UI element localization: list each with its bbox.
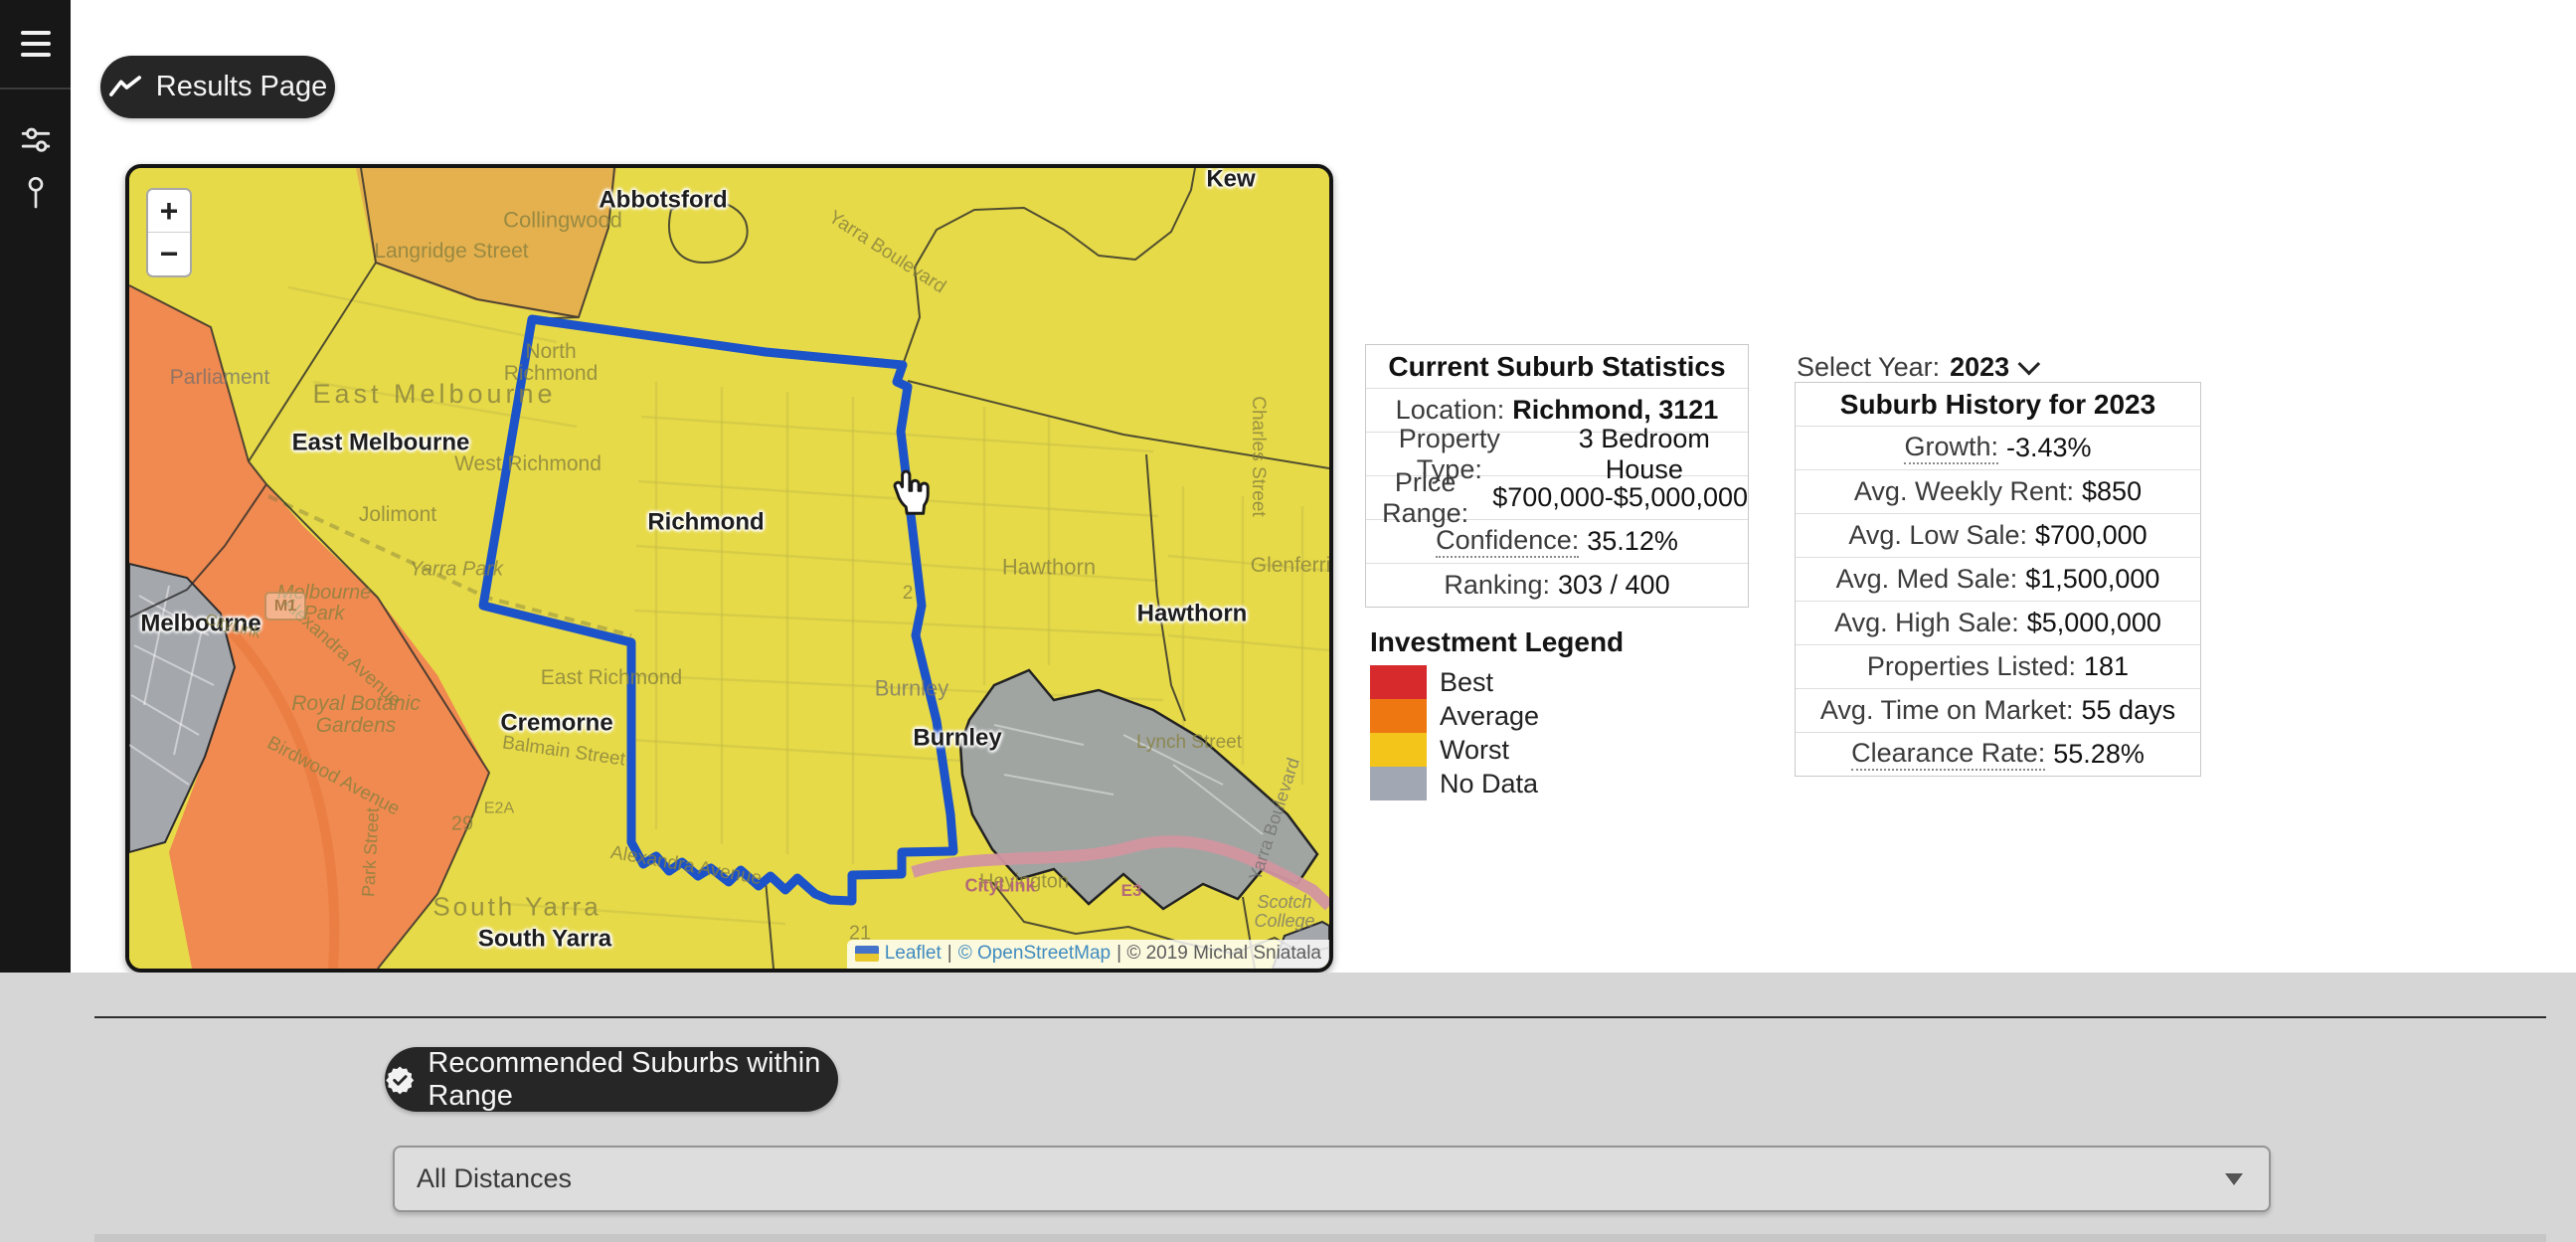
current-suburb-statistics-table: Current Suburb Statistics Location:Richm…	[1365, 344, 1749, 608]
trending-line-icon	[108, 75, 142, 100]
history-row: Growth: -3.43%	[1796, 427, 2200, 470]
legend-items: BestAverageWorstNo Data	[1370, 665, 1624, 800]
history-label[interactable]: Growth:	[1904, 432, 1998, 464]
zoom-out-button[interactable]: −	[148, 233, 190, 274]
history-table-body: Growth: -3.43% Avg. Weekly Rent: $850 Avg. L…	[1796, 427, 2200, 776]
distance-filter-value: All Distances	[417, 1163, 572, 1194]
legend-item-label: No Data	[1440, 769, 1538, 799]
sidebar-divider	[0, 88, 71, 89]
investment-legend: Investment Legend BestAverageWorstNo Dat…	[1370, 626, 1624, 800]
history-value: $850	[2082, 476, 2142, 507]
history-row: Clearance Rate: 55.28%	[1796, 733, 2200, 776]
results-page-label: Results Page	[156, 71, 328, 103]
stat-value: 3 Bedroom House	[1541, 424, 1748, 485]
stat-label: Price Range:	[1366, 467, 1484, 529]
stats-table-body: Location:Richmond, 3121Property Type:3 B…	[1366, 389, 1748, 607]
stat-row: Price Range:$700,000-$5,000,000	[1366, 476, 1748, 520]
attribution-separator: |	[947, 943, 952, 965]
history-label: Properties Listed:	[1867, 651, 2076, 682]
m1-route-badge: M1	[264, 592, 306, 621]
legend-title: Investment Legend	[1370, 626, 1624, 658]
history-row: Avg. Med Sale:$1,500,000	[1796, 558, 2200, 602]
zoom-in-button[interactable]: +	[148, 190, 190, 233]
history-label[interactable]: Clearance Rate:	[1851, 738, 2045, 771]
legend-item: No Data	[1370, 767, 1624, 800]
legend-color-swatch	[1370, 767, 1427, 800]
year-dropdown[interactable]: 2023	[1950, 352, 2034, 383]
stat-label: Location:	[1396, 395, 1505, 426]
history-label: Avg. Low Sale:	[1848, 520, 2027, 551]
stats-table-title: Current Suburb Statistics	[1366, 345, 1748, 389]
year-dropdown-value: 2023	[1950, 352, 2009, 383]
history-table-title: Suburb History for 2023	[1796, 383, 2200, 427]
history-value: -3.43%	[2006, 433, 2092, 463]
history-label: Avg. Time on Market:	[1820, 695, 2074, 726]
stat-value: 303 / 400	[1558, 570, 1670, 601]
choropleth-layers	[129, 168, 1329, 969]
history-row: Avg. Time on Market: 55 days	[1796, 689, 2200, 733]
select-year-label: Select Year:	[1797, 352, 1940, 383]
stat-value: Richmond, 3121	[1512, 395, 1718, 426]
ukraine-flag-icon	[855, 946, 879, 962]
chevron-down-icon	[2018, 353, 2041, 376]
year-selector-row: Select Year: 2023	[1797, 352, 2034, 382]
legend-color-swatch	[1370, 665, 1427, 699]
legend-item: Average	[1370, 699, 1624, 733]
legend-item: Best	[1370, 665, 1624, 699]
history-row: Properties Listed: 181	[1796, 645, 2200, 689]
map-attribution: Leaflet | © OpenStreetMap | © 2019 Micha…	[847, 940, 1329, 969]
history-value: $1,500,000	[2025, 564, 2159, 595]
suburb-history-table: Suburb History for 2023 Growth: -3.43% Avg…	[1795, 382, 2201, 777]
history-value: $5,000,000	[2027, 608, 2161, 638]
history-label: Avg. High Sale:	[1834, 608, 2019, 638]
mouse-hand-cursor	[887, 468, 931, 520]
recommended-suburbs-button[interactable]: Recommended Suburbs within Range	[385, 1047, 838, 1112]
history-row: Avg. Low Sale: $700,000	[1796, 514, 2200, 558]
history-value: 55.28%	[2053, 739, 2145, 770]
history-row: Avg. Weekly Rent: $850	[1796, 470, 2200, 514]
history-label: Avg. Med Sale:	[1836, 564, 2018, 595]
recommended-suburbs-label: Recommended Suburbs within Range	[428, 1047, 838, 1113]
results-page-button[interactable]: Results Page	[100, 56, 335, 118]
distance-filter-select[interactable]: All Distances	[393, 1146, 2271, 1212]
stat-row: Ranking: 303 / 400	[1366, 564, 1748, 607]
legend-item-label: Worst	[1440, 735, 1509, 766]
openstreetmap-link[interactable]: © OpenStreetMap	[958, 943, 1111, 965]
history-label: Avg. Weekly Rent:	[1854, 476, 2074, 507]
legend-item-label: Best	[1440, 667, 1493, 698]
legend-item: Worst	[1370, 733, 1624, 767]
leaflet-link[interactable]: Leaflet	[885, 943, 942, 965]
hamburger-menu-icon[interactable]	[0, 24, 71, 64]
suburb-map[interactable]: AbbotsfordKewEast MelbourneMelbourneRich…	[125, 164, 1333, 973]
verified-badge-icon	[385, 1062, 415, 1098]
location-pin-icon[interactable]	[0, 171, 71, 219]
history-value: $700,000	[2035, 520, 2147, 551]
stat-label: Ranking:	[1444, 570, 1550, 601]
bottom-edge-strip	[94, 1234, 2546, 1242]
app-root: Results Page	[0, 0, 2576, 1242]
legend-item-label: Average	[1440, 701, 1539, 732]
history-value: 55 days	[2082, 695, 2176, 726]
stat-label[interactable]: Confidence:	[1436, 525, 1579, 558]
history-row: Avg. High Sale: $5,000,000	[1796, 602, 2200, 645]
legend-color-swatch	[1370, 733, 1427, 767]
stat-value: $700,000-$5,000,000	[1492, 482, 1748, 513]
attribution-copyright: | © 2019 Michal Sniatala	[1116, 943, 1321, 965]
history-value: 181	[2084, 651, 2129, 682]
map-zoom-control: + −	[146, 188, 192, 277]
legend-color-swatch	[1370, 699, 1427, 733]
section-divider	[94, 1016, 2546, 1018]
stat-value: 35.12%	[1587, 526, 1678, 557]
filters-icon[interactable]	[0, 117, 71, 161]
select-caret-icon	[2225, 1173, 2243, 1185]
